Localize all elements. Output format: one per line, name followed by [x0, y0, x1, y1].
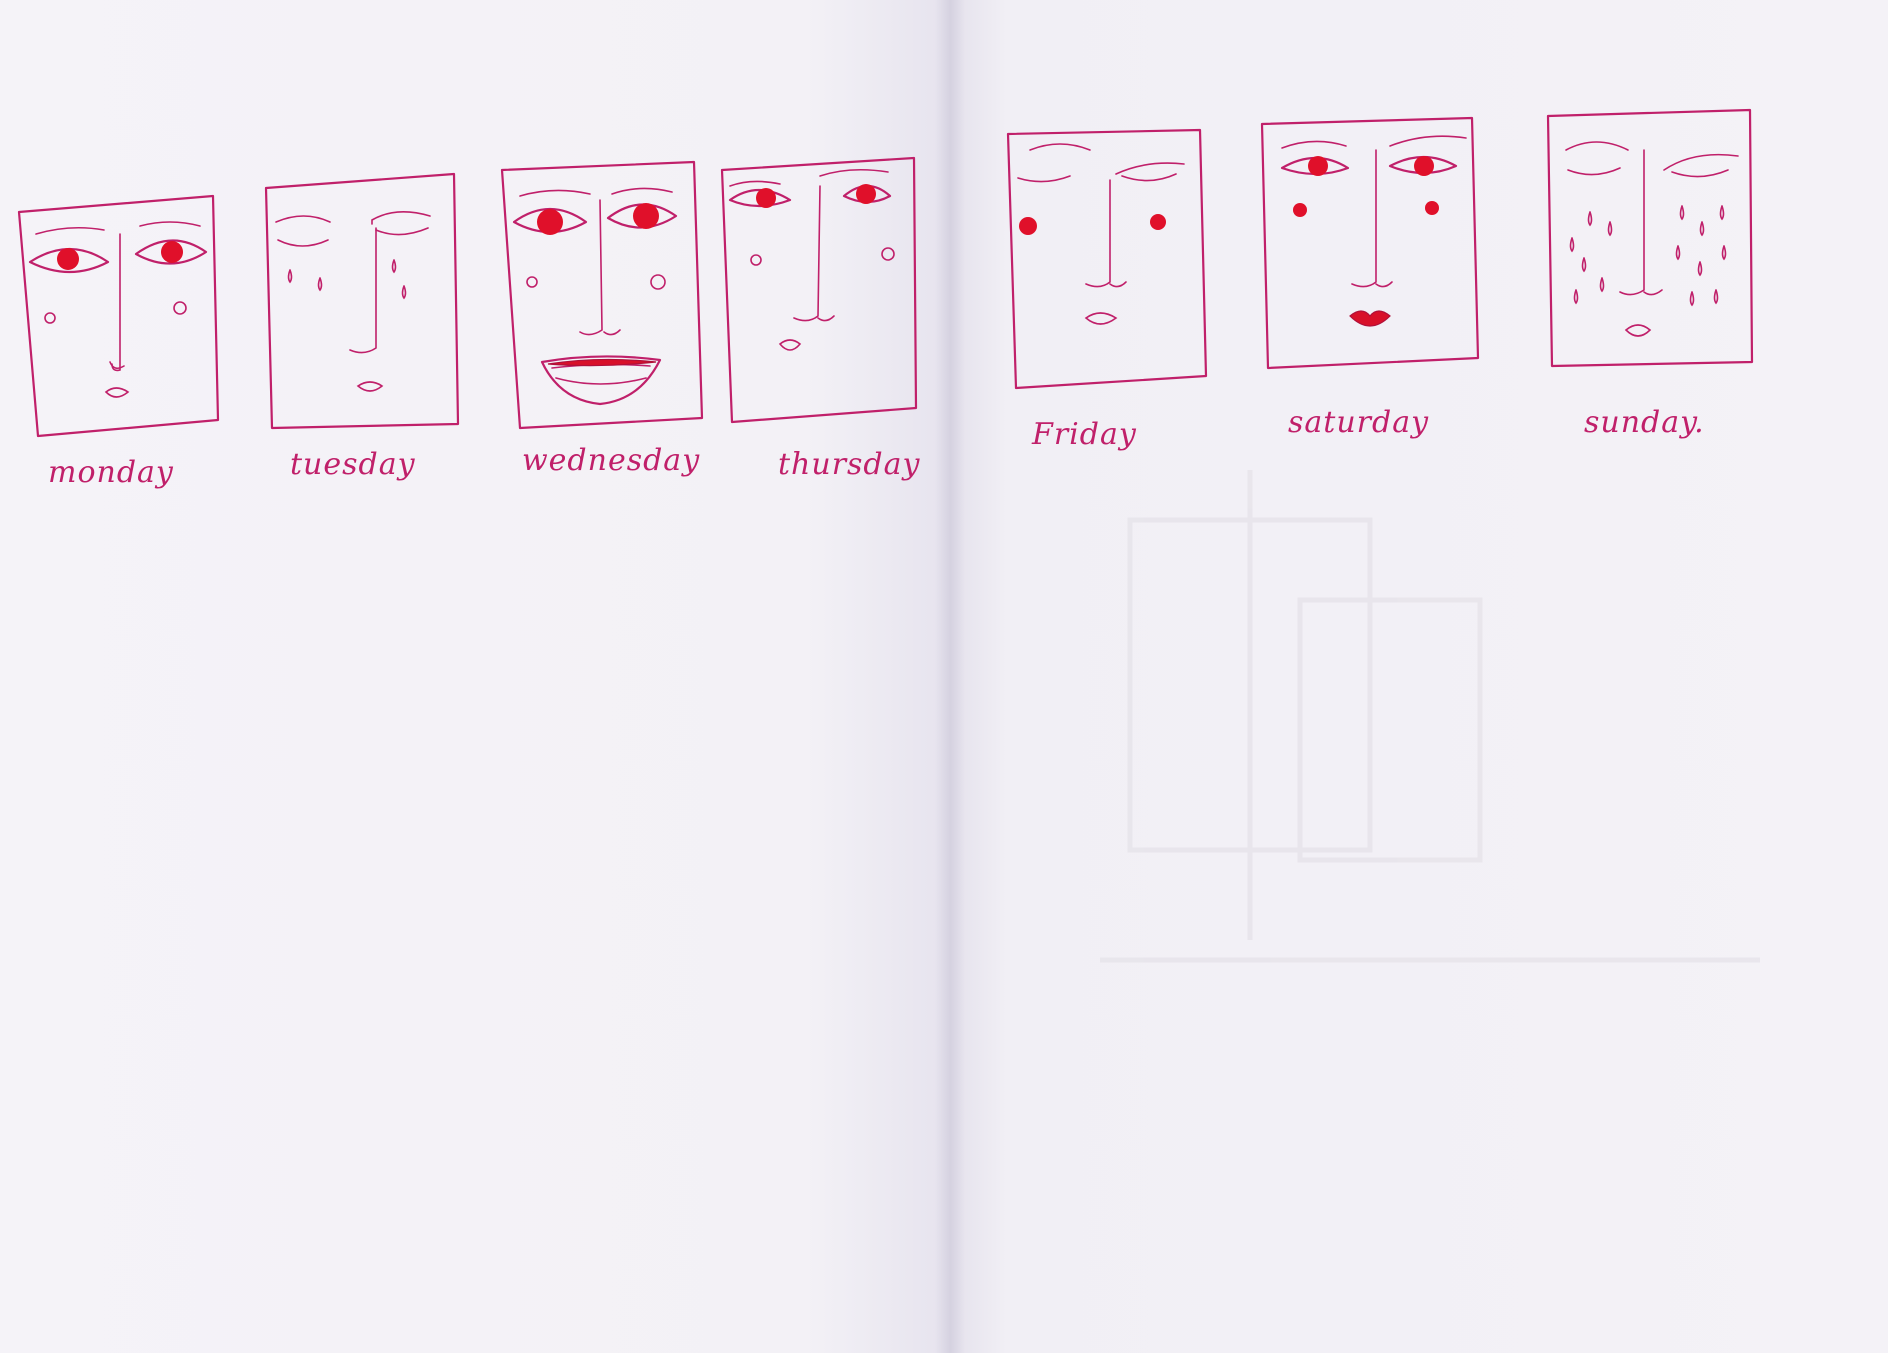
label-wednesday: wednesday [522, 443, 700, 478]
label-sunday: sunday. [1584, 405, 1705, 440]
tear-drops [1569, 205, 1727, 307]
face-wednesday [500, 160, 704, 430]
face-tuesday [264, 172, 460, 430]
face-drawings: monday tuesday wednesday thursday Friday… [17, 108, 1760, 963]
face-sunday [1546, 108, 1754, 368]
face-thursday [720, 156, 918, 424]
face-friday [1006, 128, 1208, 390]
label-thursday: thursday [778, 447, 921, 482]
label-friday: Friday [1031, 417, 1137, 452]
label-tuesday: tuesday [290, 447, 416, 482]
label-saturday: saturday [1288, 405, 1429, 440]
face-monday [17, 194, 220, 438]
face-saturday [1260, 116, 1480, 370]
sketchbook-spread: monday tuesday wednesday thursday Friday… [0, 0, 1888, 1353]
label-monday: monday [48, 455, 174, 490]
show-through-grid [1100, 470, 1760, 963]
